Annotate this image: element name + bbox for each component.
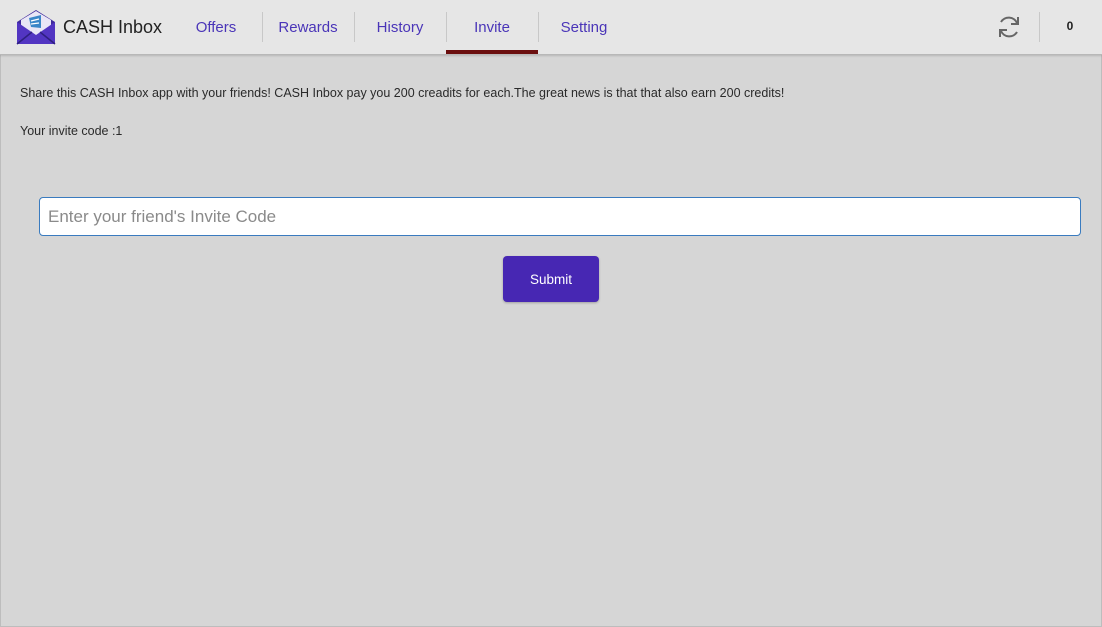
submit-button[interactable]: Submit [503,256,599,302]
app-title: CASH Inbox [63,17,163,37]
tab-offers[interactable]: Offers [170,0,262,54]
share-description: Share this CASH Inbox app with your frie… [20,86,785,100]
tab-rewards[interactable]: Rewards [262,0,354,54]
toolbar-divider [1039,12,1040,42]
tab-bar: Offers Rewards History Invite Setting [170,0,630,54]
tab-invite[interactable]: Invite [446,0,538,54]
envelope-logo-icon [16,10,56,45]
invite-code-label: Your invite code :1 [20,124,123,138]
tab-setting[interactable]: Setting [538,0,630,54]
refresh-icon[interactable] [996,14,1022,40]
tab-history[interactable]: History [354,0,446,54]
credits-count: 0 [1066,19,1074,33]
top-bar: CASH Inbox Offers Rewards History Invite… [0,0,1102,55]
invite-code-input[interactable] [39,197,1081,236]
